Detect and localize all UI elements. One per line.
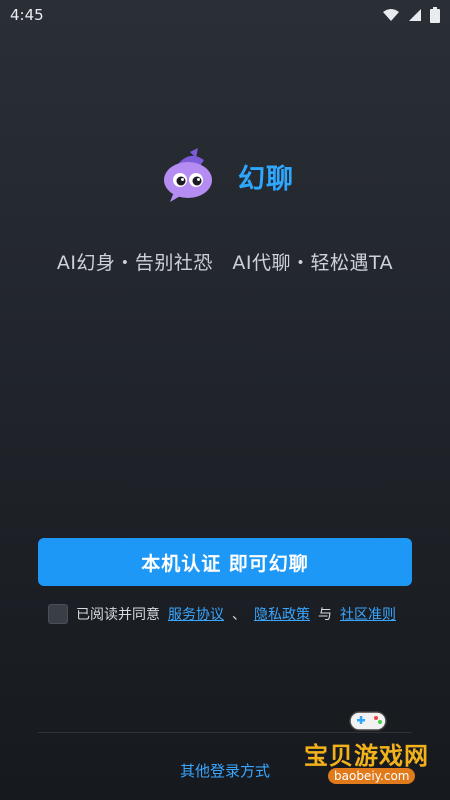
slogan-text: AI幻身・告别社恐 AI代聊・轻松遇TA xyxy=(56,252,394,274)
watermark-url: baobeiy.com xyxy=(328,768,416,784)
agreement-prefix: 已阅读并同意 xyxy=(76,607,160,623)
app-name: 幻聊 xyxy=(238,163,294,195)
separator-and: 与 xyxy=(318,607,332,623)
status-time: 4:45 xyxy=(10,6,44,24)
community-guidelines-link[interactable]: 社区准则 xyxy=(340,604,396,624)
battery-icon xyxy=(430,7,440,23)
status-icons xyxy=(382,7,440,23)
agreement-checkbox[interactable] xyxy=(48,604,68,624)
agreement-row: 已阅读并同意 服务协议 、 隐私政策 与 社区准则 xyxy=(48,603,396,625)
privacy-policy-link[interactable]: 隐私政策 xyxy=(254,604,310,624)
service-agreement-link[interactable]: 服务协议 xyxy=(168,604,224,624)
status-bar: 4:45 xyxy=(0,0,450,30)
watermark-text: 宝贝游戏网 xyxy=(304,742,429,770)
signal-icon xyxy=(409,9,421,21)
wifi-icon xyxy=(383,9,399,21)
watermark: 宝贝游戏网 baobeiy.com xyxy=(304,706,432,788)
gamepad-icon xyxy=(349,711,387,731)
separator-comma: 、 xyxy=(232,607,246,623)
brand-header: 幻聊 xyxy=(160,146,294,206)
ghost-chat-logo-icon xyxy=(164,148,212,202)
local-auth-login-button[interactable]: 本机认证 即可幻聊 xyxy=(38,538,412,586)
